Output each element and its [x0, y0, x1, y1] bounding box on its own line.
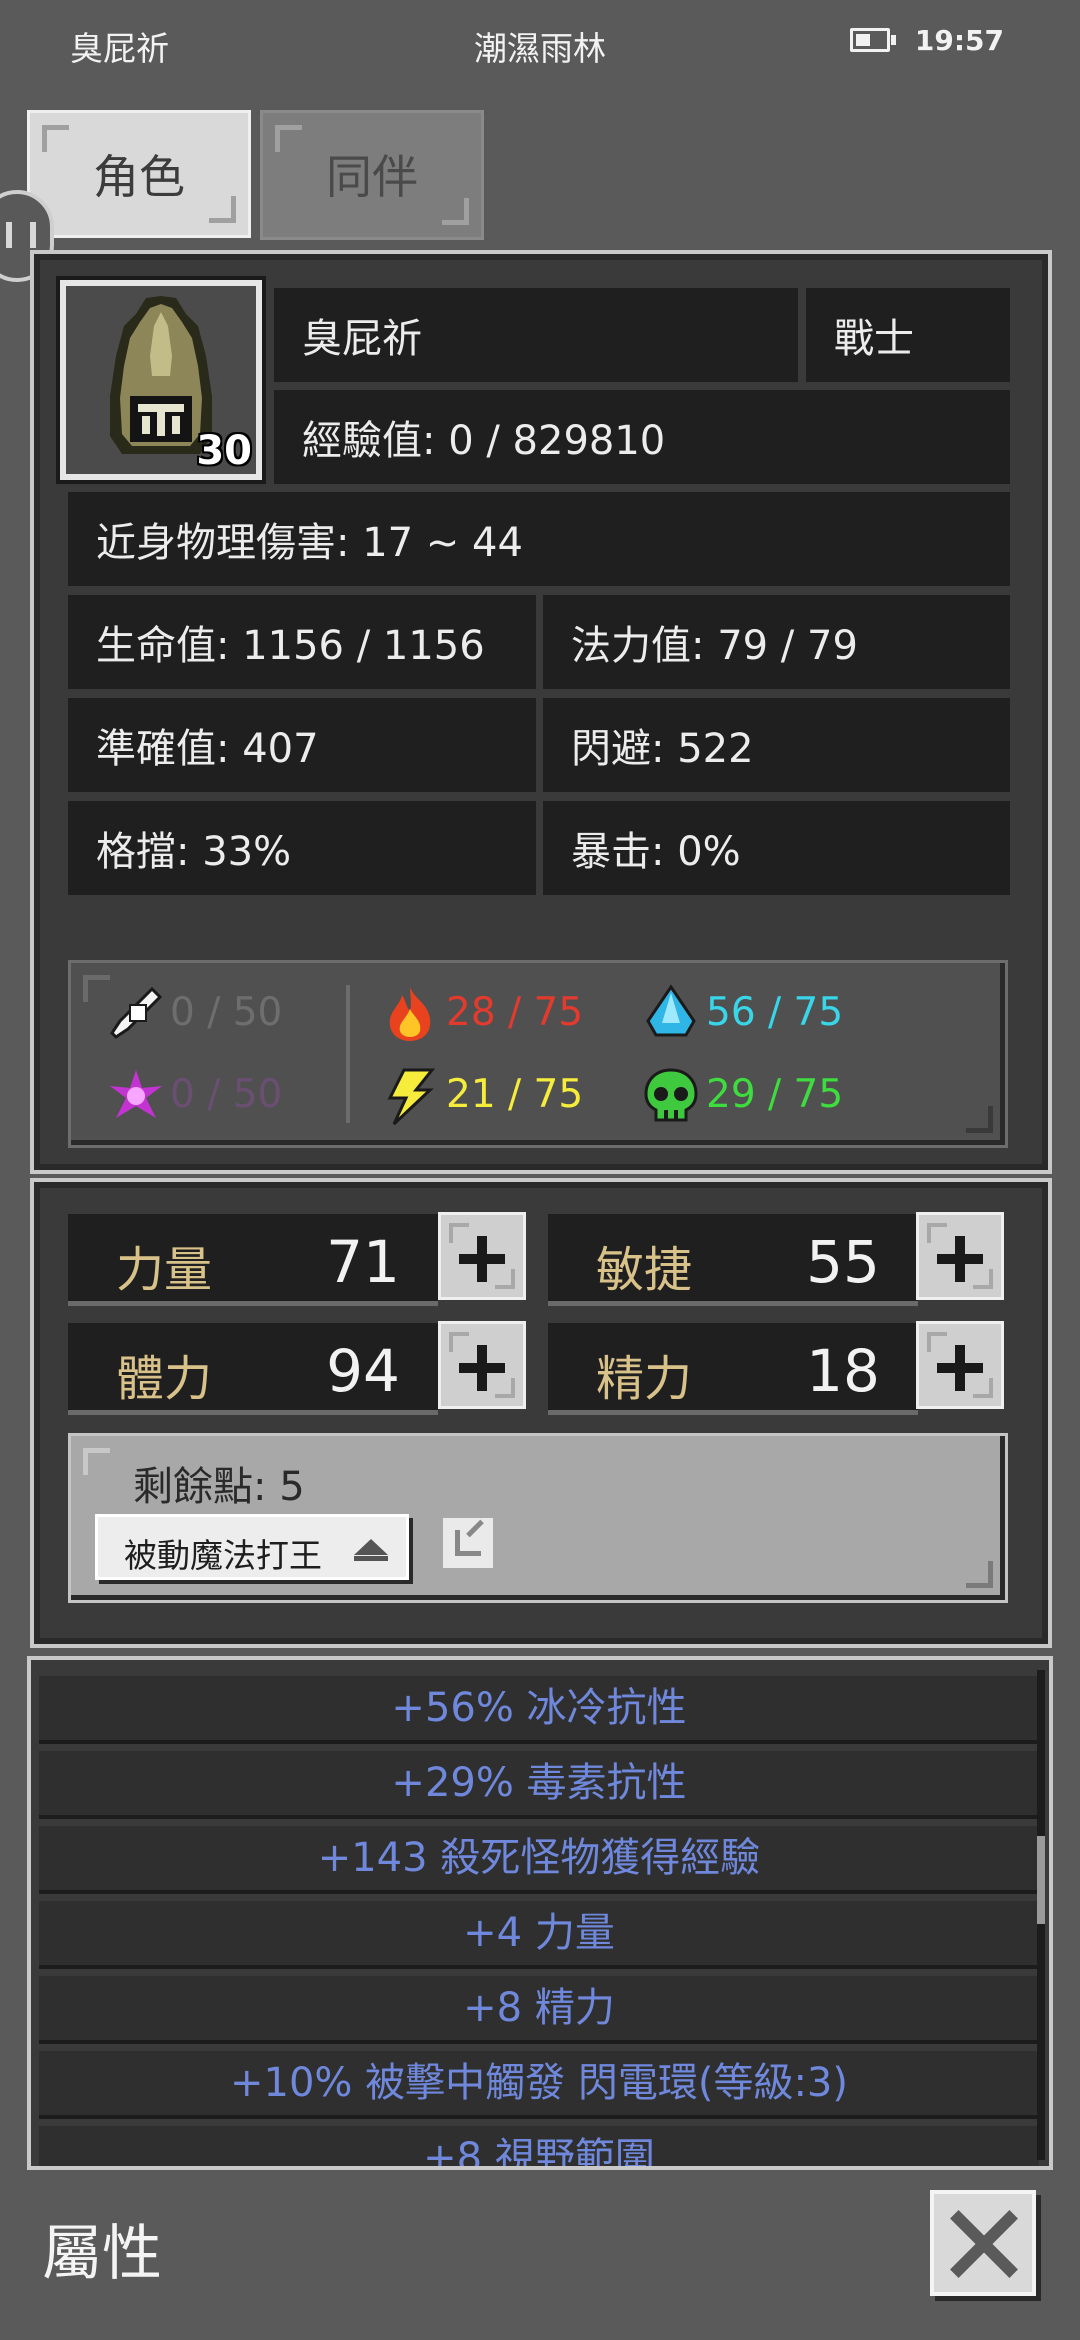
- screen-title: 屬性: [42, 2219, 162, 2289]
- fire-resist-icon: [389, 987, 431, 1041]
- status-time: 19:57: [914, 24, 1004, 57]
- poison-resist-icon: [644, 1068, 698, 1122]
- exp-cell: 經驗值: 0 / 829810: [274, 390, 1010, 484]
- dodge-value: 閃避: 522: [571, 726, 754, 772]
- preset-dropdown-label: 被動魔法打王: [124, 1536, 322, 1575]
- arcane-resist-icon: [110, 1070, 162, 1118]
- character-name: 臭屁祈: [302, 316, 422, 362]
- add-dexterity-button[interactable]: [916, 1212, 1004, 1300]
- character-class-cell: 戰士: [806, 288, 1010, 382]
- physical-resist-icon: [110, 986, 163, 1039]
- list-item: +143 殺死怪物獲得經驗: [39, 1826, 1039, 1894]
- list-item: +10% 被擊中觸發 閃電環(等級:3): [39, 2051, 1039, 2119]
- attr-vitality: 體力 94: [68, 1323, 438, 1415]
- remaining-points: 剩餘點: 5: [133, 1464, 305, 1510]
- list-item: +4 力量: [39, 1901, 1039, 1969]
- attr-dexterity-value: 55: [806, 1228, 880, 1296]
- physical-resist-value: 0 / 50: [170, 990, 283, 1035]
- block-value: 格擋: 33%: [96, 829, 292, 875]
- character-level: 30: [196, 428, 252, 474]
- dodge-cell: 閃避: 522: [543, 698, 1010, 792]
- close-button[interactable]: [930, 2190, 1036, 2296]
- accuracy-cell: 準確值: 407: [68, 698, 536, 792]
- preset-dropdown[interactable]: 被動魔法打王: [95, 1514, 409, 1580]
- lightning-resist-value: 21 / 75: [446, 1072, 584, 1117]
- resistances-box: [68, 960, 1008, 1148]
- mp-cell: 法力值: 79 / 79: [543, 595, 1010, 689]
- accuracy-value: 準確值: 407: [96, 726, 319, 772]
- exp-value: 經驗值: 0 / 829810: [302, 418, 666, 464]
- list-item: +56% 冰冷抗性: [39, 1676, 1039, 1744]
- character-name-cell: 臭屁祈: [274, 288, 798, 382]
- attr-energy-value: 18: [806, 1337, 880, 1405]
- add-vitality-button[interactable]: [438, 1321, 526, 1409]
- melee-damage-cell: 近身物理傷害: 17 ~ 44: [68, 492, 1010, 586]
- list-scrollbar-thumb[interactable]: [1037, 1836, 1045, 1924]
- tab-character[interactable]: 角色: [27, 110, 251, 238]
- add-strength-button[interactable]: [438, 1212, 526, 1300]
- attr-dexterity-name: 敏捷: [596, 1242, 693, 1298]
- attr-dexterity: 敏捷 55: [548, 1214, 918, 1306]
- crit-value: 暴击: 0%: [571, 829, 741, 875]
- block-cell: 格擋: 33%: [68, 801, 536, 895]
- resist-divider: [346, 985, 350, 1123]
- external-link-icon[interactable]: [443, 1518, 493, 1568]
- dropdown-arrow-icon: [354, 1539, 388, 1555]
- fire-resist-value: 28 / 75: [446, 990, 584, 1035]
- attr-vitality-name: 體力: [116, 1351, 213, 1407]
- attr-strength: 力量 71: [68, 1214, 438, 1306]
- character-portrait: 30: [60, 280, 262, 480]
- add-energy-button[interactable]: [916, 1321, 1004, 1409]
- attr-strength-value: 71: [326, 1228, 400, 1296]
- attr-energy: 精力 18: [548, 1323, 918, 1415]
- attr-vitality-value: 94: [326, 1337, 400, 1405]
- attr-strength-name: 力量: [116, 1242, 213, 1298]
- arcane-resist-value: 0 / 50: [170, 1072, 283, 1117]
- hp-value: 生命值: 1156 / 1156: [96, 623, 485, 669]
- battery-icon: [850, 28, 896, 52]
- list-item: +8 精力: [39, 1976, 1039, 2044]
- cold-resist-icon: [646, 984, 696, 1037]
- list-item: +29% 毒素抗性: [39, 1751, 1039, 1819]
- tab-companion-label: 同伴: [326, 150, 418, 204]
- bonus-list[interactable]: +56% 冰冷抗性 +29% 毒素抗性 +143 殺死怪物獲得經驗 +4 力量 …: [27, 1656, 1053, 2170]
- tab-character-label: 角色: [93, 150, 185, 204]
- lightning-resist-icon: [387, 1068, 436, 1126]
- poison-resist-value: 29 / 75: [706, 1072, 844, 1117]
- crit-cell: 暴击: 0%: [543, 801, 1010, 895]
- list-item: +8 視野範圍: [39, 2126, 1039, 2166]
- melee-damage: 近身物理傷害: 17 ~ 44: [96, 520, 523, 566]
- tab-companion[interactable]: 同伴: [260, 110, 484, 240]
- attr-energy-name: 精力: [596, 1351, 693, 1407]
- cold-resist-value: 56 / 75: [706, 990, 844, 1035]
- mp-value: 法力值: 79 / 79: [571, 623, 858, 669]
- character-class: 戰士: [834, 316, 914, 362]
- status-bar: 臭屁祈 潮濕雨林 19:57: [0, 0, 1080, 90]
- hp-cell: 生命值: 1156 / 1156: [68, 595, 536, 689]
